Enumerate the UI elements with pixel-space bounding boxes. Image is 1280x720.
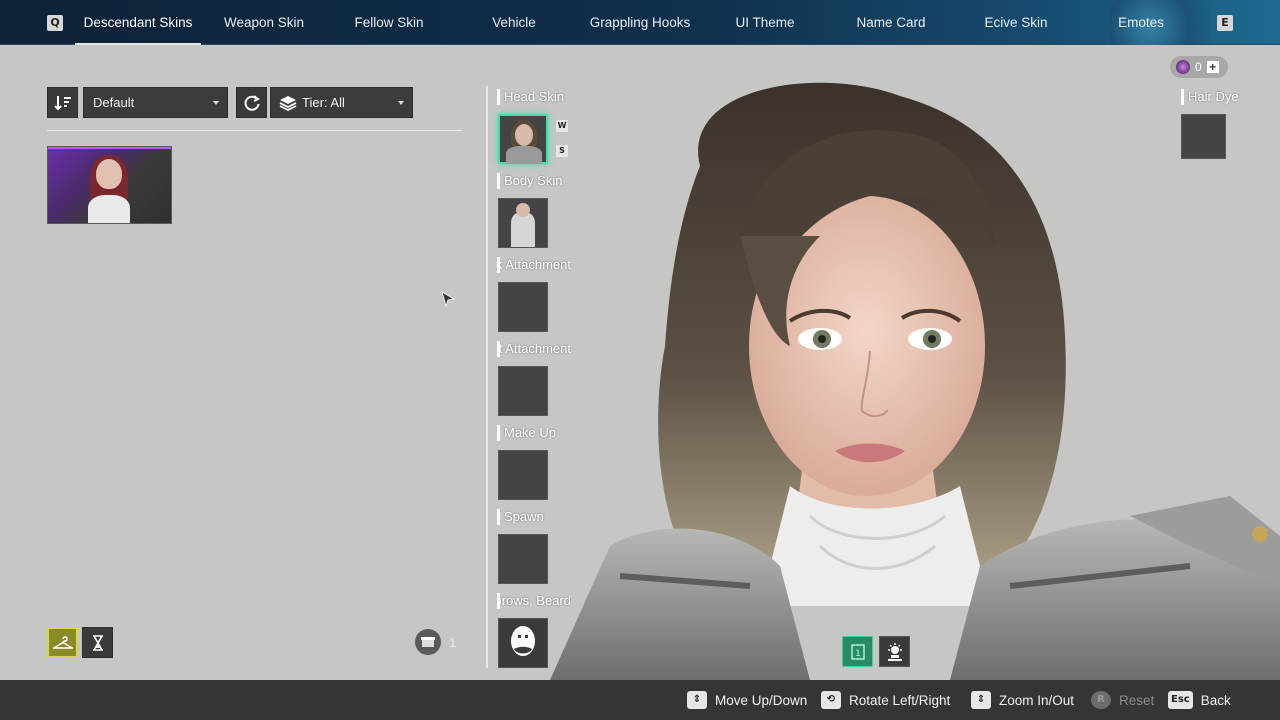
slot-label-chest-attachment: Chest Attachment bbox=[497, 341, 571, 357]
tier-dropdown[interactable]: Tier: All bbox=[270, 87, 413, 118]
skin-thumbnail-body bbox=[88, 195, 130, 223]
tab-grappling-hooks[interactable]: Grappling Hooks bbox=[577, 0, 703, 45]
lighting-button[interactable] bbox=[879, 636, 910, 667]
hint-label: Back bbox=[1200, 692, 1231, 708]
hint-rotate[interactable]: ⟲ Rotate Left/Right bbox=[821, 690, 950, 710]
add-currency-icon[interactable]: + bbox=[1206, 61, 1219, 73]
tab-name-card[interactable]: Name Card bbox=[828, 0, 954, 45]
hourglass-icon bbox=[92, 634, 103, 651]
hint-label: Zoom In/Out bbox=[999, 692, 1075, 708]
currency-display[interactable]: 0 + bbox=[1170, 56, 1228, 78]
sort-dropdown[interactable]: Default bbox=[83, 87, 228, 118]
view-number-icon: 1 bbox=[850, 643, 865, 660]
hint-move-up-down[interactable]: ⇕ Move Up/Down bbox=[687, 690, 807, 710]
sort-dropdown-value: Default bbox=[93, 95, 135, 110]
slot-back-attachment[interactable] bbox=[498, 282, 548, 332]
tab-fellow-skin[interactable]: Fellow Skin bbox=[326, 0, 452, 45]
box-counter[interactable]: 1 bbox=[415, 629, 456, 655]
hint-back[interactable]: Esc Back bbox=[1168, 690, 1231, 710]
key-w: W bbox=[556, 120, 568, 132]
next-tab-key-e[interactable]: E bbox=[1217, 15, 1233, 31]
prev-tab-key-q[interactable]: Q bbox=[47, 15, 63, 31]
currency-value: 0 bbox=[1195, 60, 1202, 74]
slot-make-up[interactable] bbox=[498, 450, 548, 500]
hint-zoom[interactable]: ⇕ Zoom In/Out bbox=[971, 690, 1074, 710]
slot-body-skin[interactable] bbox=[498, 198, 548, 248]
slot-label-spawn: Spawn bbox=[497, 509, 571, 525]
slot-label-body-skin: Body Skin bbox=[497, 173, 571, 189]
key-s: S bbox=[556, 145, 568, 157]
view-number: 1 bbox=[855, 649, 861, 659]
reset-key-icon: R bbox=[1091, 691, 1111, 709]
tab-vehicle[interactable]: Vehicle bbox=[451, 0, 577, 45]
chevron-down-icon bbox=[398, 101, 404, 105]
slot-chest-attachment[interactable] bbox=[498, 366, 548, 416]
slot-eyebrows-beard[interactable] bbox=[498, 618, 548, 668]
slot-spawn[interactable] bbox=[498, 534, 548, 584]
box-icon bbox=[415, 629, 441, 655]
skin-thumbnail-face bbox=[96, 159, 122, 189]
filter-divider bbox=[47, 130, 462, 131]
character-render-viewport[interactable] bbox=[490, 46, 1280, 680]
hint-label: Move Up/Down bbox=[715, 692, 808, 708]
mouse-cursor-icon bbox=[441, 291, 455, 307]
reset-filter-button[interactable] bbox=[236, 87, 267, 118]
hint-reset[interactable]: R Reset bbox=[1091, 690, 1154, 710]
top-tab-bar: Q Descendant Skins Weapon Skin Fellow Sk… bbox=[0, 0, 1280, 45]
hanger-icon bbox=[52, 635, 73, 649]
owned-filter-toggle[interactable] bbox=[47, 627, 78, 658]
layers-icon bbox=[279, 95, 297, 111]
coin-icon bbox=[1176, 60, 1190, 74]
tab-ecive-skin[interactable]: Ecive Skin bbox=[953, 0, 1079, 45]
chevron-down-icon bbox=[213, 101, 219, 105]
tab-descendant-skins[interactable]: Descendant Skins bbox=[75, 0, 201, 45]
camera-view-button[interactable]: 1 bbox=[842, 636, 873, 667]
box-count-value: 1 bbox=[449, 634, 457, 650]
head-thumb-armor bbox=[506, 146, 542, 164]
slot-label-head-skin: Head Skin bbox=[497, 89, 571, 105]
slot-label-eyebrows-beard: Eyebrows, Beard bbox=[497, 593, 571, 609]
head-thumb-face bbox=[515, 124, 533, 146]
refresh-icon bbox=[244, 94, 260, 111]
sort-order-button[interactable] bbox=[47, 87, 78, 118]
spotlight-icon bbox=[887, 642, 902, 661]
hint-label: Rotate Left/Right bbox=[849, 692, 951, 708]
limited-filter-toggle[interactable] bbox=[82, 627, 113, 658]
rotate-key-icon: ⟲ bbox=[821, 691, 841, 709]
slot-column-line bbox=[486, 86, 488, 668]
sort-icon bbox=[53, 95, 71, 110]
character-portrait bbox=[550, 82, 1280, 680]
esc-key-icon: Esc bbox=[1168, 691, 1193, 709]
tier-dropdown-value: Tier: All bbox=[302, 95, 345, 110]
slot-head-skin[interactable] bbox=[498, 114, 548, 164]
slot-hair-dye[interactable] bbox=[1181, 114, 1226, 159]
hint-label: Reset bbox=[1119, 692, 1155, 708]
slot-label-back-attachment: Back Attachment bbox=[497, 257, 571, 273]
bald-face-icon bbox=[511, 626, 535, 656]
bottom-hint-bar bbox=[0, 680, 1280, 720]
zoom-key-icon: ⇕ bbox=[971, 691, 991, 709]
tab-weapon-skin[interactable]: Weapon Skin bbox=[201, 0, 327, 45]
skin-card[interactable] bbox=[47, 146, 172, 224]
rarity-bar bbox=[48, 147, 171, 149]
body-thumb bbox=[511, 213, 535, 247]
tab-ui-theme[interactable]: UI Theme bbox=[702, 0, 828, 45]
slot-label-make-up: Make Up bbox=[497, 425, 571, 441]
body-thumb-face bbox=[516, 203, 530, 217]
slot-label-hair-dye: Hair Dye bbox=[1181, 89, 1239, 105]
tab-emotes[interactable]: Emotes bbox=[1078, 0, 1204, 45]
move-key-icon: ⇕ bbox=[687, 691, 707, 709]
